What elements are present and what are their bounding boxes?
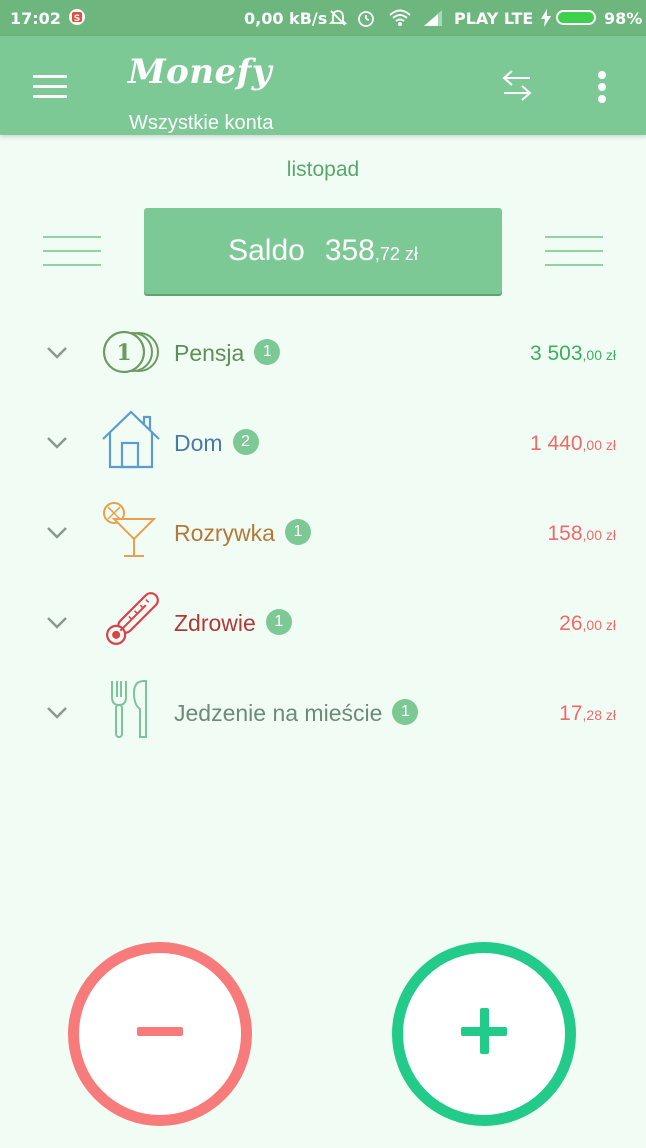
menu-icon[interactable] bbox=[33, 75, 67, 99]
network-speed: 0,00 kB/s bbox=[244, 9, 328, 28]
signal-icon bbox=[424, 10, 442, 26]
category-row-rozrywka[interactable]: Rozrywka 1 158,00 zł bbox=[0, 493, 646, 573]
charging-icon bbox=[541, 9, 551, 27]
count-badge: 1 bbox=[284, 519, 311, 545]
thermometer-icon bbox=[106, 592, 159, 645]
add-expense-button[interactable] bbox=[68, 942, 252, 1126]
house-icon bbox=[102, 410, 160, 469]
chevron-down-icon[interactable] bbox=[46, 706, 68, 720]
category-name: Jedzenie na mieście 1 bbox=[174, 699, 419, 727]
svg-text:S: S bbox=[74, 14, 80, 24]
cutlery-icon bbox=[111, 680, 147, 738]
add-income-button[interactable] bbox=[392, 942, 576, 1126]
count-badge: 2 bbox=[232, 429, 259, 455]
svg-text:1: 1 bbox=[116, 340, 131, 366]
category-name: Zdrowie 1 bbox=[174, 609, 292, 637]
count-badge: 1 bbox=[254, 339, 281, 365]
category-name: Dom 2 bbox=[174, 429, 259, 457]
amount-integer: 26 bbox=[559, 612, 583, 635]
status-time: 17:02 bbox=[10, 9, 61, 28]
category-row-jedzenie[interactable]: Jedzenie na mieście 1 17,28 zł bbox=[0, 673, 646, 753]
category-amount: 26,00 zł bbox=[559, 612, 616, 636]
balance-button[interactable]: Saldo 358,72 zł bbox=[144, 208, 502, 294]
battery-percent: 98% bbox=[604, 9, 643, 28]
chevron-down-icon[interactable] bbox=[46, 436, 68, 450]
alarm-icon bbox=[358, 11, 374, 27]
category-amount: 17,28 zł bbox=[559, 702, 616, 726]
chevron-down-icon[interactable] bbox=[46, 526, 68, 540]
more-options-icon[interactable] bbox=[598, 71, 608, 103]
balance-decimal: ,72 zł bbox=[374, 244, 418, 264]
category-label: Zdrowie bbox=[174, 610, 256, 636]
category-label: Dom bbox=[174, 430, 223, 456]
chevron-down-icon[interactable] bbox=[46, 616, 68, 630]
category-amount: 3 503,00 zł bbox=[530, 342, 616, 366]
minus-icon bbox=[137, 1027, 183, 1036]
mute-bell-icon bbox=[328, 10, 348, 26]
battery-icon bbox=[556, 10, 596, 25]
carrier-name: PLAY LTE bbox=[454, 9, 534, 28]
amount-decimal: ,28 zł bbox=[582, 707, 616, 723]
app-bar: Monefy Wszystkie konta bbox=[0, 36, 646, 135]
category-label: Pensja bbox=[174, 340, 245, 366]
right-lines-decoration bbox=[545, 236, 603, 266]
chevron-down-icon[interactable] bbox=[46, 346, 68, 360]
category-label: Rozrywka bbox=[174, 520, 275, 546]
amount-integer: 1 440 bbox=[529, 432, 583, 455]
category-name: Pensja 1 bbox=[174, 339, 281, 367]
status-bar: 17:02 S 0,00 kB/s PLAY LTE 98% bbox=[0, 0, 646, 36]
category-row-dom[interactable]: Dom 2 1 440,00 zł bbox=[0, 403, 646, 483]
count-badge: 1 bbox=[265, 609, 292, 635]
amount-decimal: ,00 zł bbox=[582, 527, 616, 543]
category-name: Rozrywka 1 bbox=[174, 519, 311, 547]
category-amount: 1 440,00 zł bbox=[530, 432, 616, 456]
app-title: Monefy bbox=[128, 52, 273, 92]
amount-integer: 17 bbox=[559, 702, 583, 725]
category-label: Jedzenie na mieście bbox=[174, 700, 383, 726]
count-badge: 1 bbox=[392, 699, 419, 725]
cocktail-icon bbox=[103, 502, 157, 557]
period-label[interactable]: listopad bbox=[0, 158, 646, 182]
amount-integer: 3 503 bbox=[529, 342, 583, 365]
coins-icon: 1 bbox=[102, 330, 159, 374]
amount-decimal: ,00 zł bbox=[582, 347, 616, 363]
account-selector[interactable]: Wszystkie konta bbox=[129, 112, 273, 135]
transfer-icon[interactable] bbox=[500, 68, 534, 102]
plus-icon-vertical bbox=[480, 1008, 489, 1054]
amount-decimal: ,00 zł bbox=[582, 617, 616, 633]
amount-integer: 158 bbox=[547, 522, 583, 545]
category-row-pensja[interactable]: 1 Pensja 1 3 503,00 zł bbox=[0, 313, 646, 393]
balance-label: Saldo bbox=[228, 234, 305, 267]
amount-decimal: ,00 zł bbox=[582, 437, 616, 453]
balance-integer: 358 bbox=[324, 234, 375, 267]
app-notification-icon: S bbox=[69, 9, 85, 25]
category-amount: 158,00 zł bbox=[547, 522, 616, 546]
wifi-icon bbox=[389, 9, 411, 26]
category-row-zdrowie[interactable]: Zdrowie 1 26,00 zł bbox=[0, 583, 646, 663]
left-lines-decoration bbox=[43, 236, 101, 266]
